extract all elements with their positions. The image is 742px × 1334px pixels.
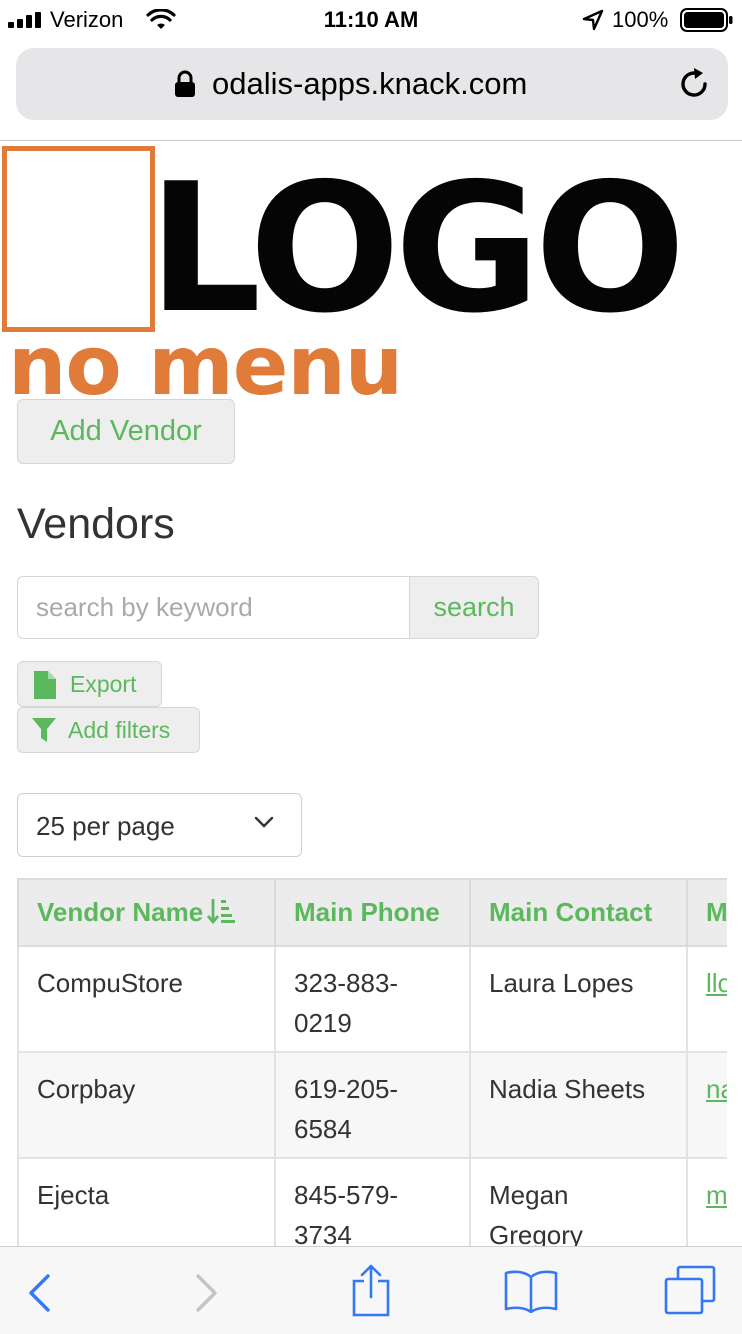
battery-percent: 100%: [612, 7, 669, 32]
status-bar: Verizon 11:10 AM 100%: [0, 0, 742, 40]
per-page-select[interactable]: 25 per page: [17, 793, 302, 857]
vendor-name-cell: Ejecta: [17, 1157, 276, 1246]
contact-cell: Megan Gregory: [469, 1157, 688, 1246]
table-row: Corpbay 619-205-6584 Nadia Sheets na: [17, 1051, 727, 1159]
contact-cell: Laura Lopes: [469, 945, 688, 1053]
url-bar[interactable]: odalis-apps.knack.com: [16, 48, 728, 120]
contact-cell: Nadia Sheets: [469, 1051, 688, 1159]
logo-text: LOGO: [148, 145, 686, 352]
phone-cell: 619-205- 6584: [274, 1051, 471, 1159]
column-header-vendor-name[interactable]: Vendor Name: [17, 878, 276, 947]
browser-divider: [0, 140, 742, 141]
battery-icon: [680, 8, 733, 32]
search-input[interactable]: [17, 576, 410, 639]
per-page-value: 25 per page: [36, 811, 175, 841]
page-title: Vendors: [17, 500, 175, 548]
add-vendor-button[interactable]: Add Vendor: [17, 399, 235, 464]
vendors-table-container[interactable]: Vendor Name Main Phone Main Contact M Co…: [17, 878, 727, 1246]
table-row: CompuStore 323-883-0219 Laura Lopes llo: [17, 945, 727, 1053]
email-cell: m: [686, 1157, 727, 1246]
phone-cell: 323-883- 0219: [274, 945, 471, 1053]
column-header-email[interactable]: M: [686, 878, 727, 947]
phone-cell: 845-579- 3734: [274, 1157, 471, 1246]
reload-icon[interactable]: [676, 66, 712, 102]
email-cell: llo: [686, 945, 727, 1053]
email-link[interactable]: na: [706, 1074, 727, 1104]
vendors-table: Vendor Name Main Phone Main Contact M Co…: [17, 878, 727, 1246]
add-filters-label: Add filters: [68, 717, 171, 743]
back-icon[interactable]: [26, 1273, 52, 1313]
share-icon[interactable]: [350, 1263, 392, 1317]
forward-icon[interactable]: [194, 1273, 220, 1313]
export-button[interactable]: Export: [17, 661, 162, 707]
bookmarks-icon[interactable]: [504, 1269, 558, 1313]
table-row: Ejecta 845-579- 3734 Megan Gregory m: [17, 1157, 727, 1246]
filter-icon: [32, 718, 56, 742]
annotation-label: no menu: [8, 319, 403, 414]
column-header-main-phone[interactable]: Main Phone: [274, 878, 471, 947]
vendor-name-cell: CompuStore: [17, 945, 276, 1053]
email-cell: na: [686, 1051, 727, 1159]
location-arrow-icon: [582, 9, 604, 31]
file-icon: [34, 671, 56, 699]
chevron-down-icon: [254, 816, 274, 828]
sort-icon[interactable]: [207, 897, 236, 925]
lock-icon: [175, 70, 195, 97]
column-header-main-contact[interactable]: Main Contact: [469, 878, 688, 947]
logo-placeholder-box: [2, 146, 155, 332]
url-text[interactable]: odalis-apps.knack.com: [212, 66, 527, 102]
email-link[interactable]: llo: [706, 968, 727, 998]
vendor-name-cell: Corpbay: [17, 1051, 276, 1159]
search-button[interactable]: search: [409, 576, 539, 639]
email-link[interactable]: m: [706, 1180, 727, 1210]
table-header-row: Vendor Name Main Phone Main Contact M: [17, 878, 727, 947]
add-filters-button[interactable]: Add filters: [17, 707, 200, 753]
tabs-icon[interactable]: [664, 1265, 716, 1315]
browser-toolbar: [0, 1246, 742, 1334]
export-label: Export: [70, 671, 137, 697]
